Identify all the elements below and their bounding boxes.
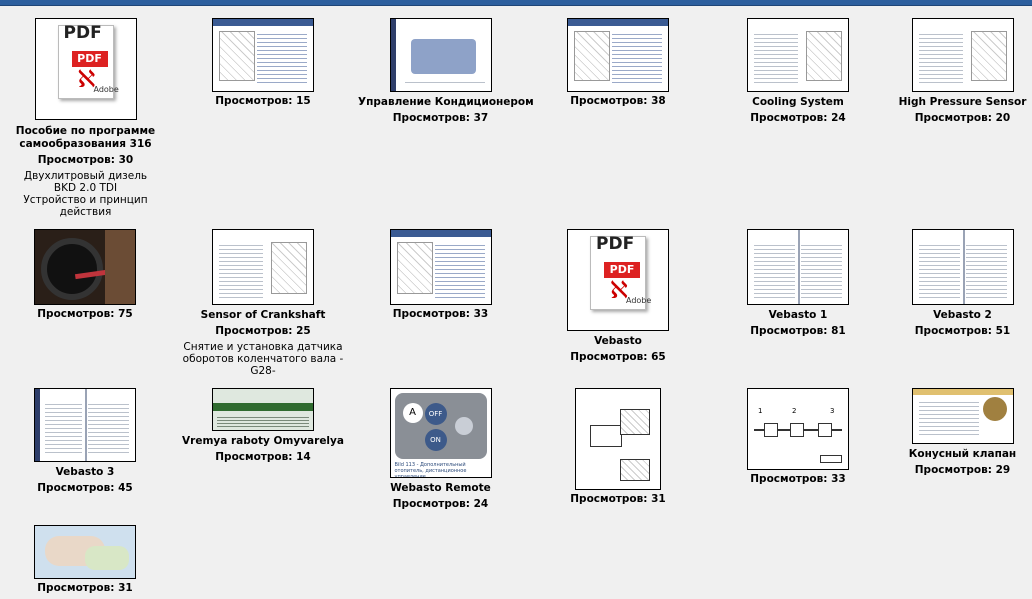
item-views: Просмотров: 75 <box>37 308 133 320</box>
gallery-item-14[interactable]: A OFF ON Bild 113 - Дополнительный отопи… <box>358 388 523 511</box>
diagram-label: 3 <box>830 407 835 415</box>
item-title[interactable]: Vebasto 2 <box>893 309 1032 322</box>
gallery-item-15[interactable]: Просмотров: 31 <box>548 388 688 506</box>
item-views: Просмотров: 24 <box>750 112 846 124</box>
item-views: Просмотров: 33 <box>750 473 846 485</box>
pdf-thumbnail[interactable]: PDF PDF ℵ Adobe <box>567 229 669 331</box>
gallery-item-9[interactable]: PDF PDF ℵ Adobe Vebasto Просмотров: 65 <box>543 229 693 364</box>
gallery-item-11[interactable]: Vebasto 2 Просмотров: 51 <box>893 229 1032 338</box>
document-thumbnail[interactable] <box>34 388 136 462</box>
gallery-item-1[interactable]: Просмотров: 15 <box>188 18 338 108</box>
gallery-item-18[interactable]: Просмотров: 31 <box>10 525 160 595</box>
item-title[interactable]: Управление Кондиционером <box>358 96 534 109</box>
remote-caption: Bild 113 - Дополнительный отопитель, дис… <box>394 462 467 478</box>
document-thumbnail[interactable] <box>212 229 314 305</box>
item-title[interactable]: Vebasto 1 <box>723 309 873 322</box>
document-thumbnail[interactable] <box>389 18 492 92</box>
gallery-item-5[interactable]: High Pressure Sensor Просмотров: 20 <box>893 18 1032 125</box>
item-title[interactable]: Vremya raboty Omyvarelya <box>178 435 348 448</box>
item-views: Просмотров: 24 <box>392 498 489 510</box>
tire-image <box>41 238 103 300</box>
pdf-label: PDF <box>596 234 635 254</box>
item-views: Просмотров: 51 <box>914 325 1011 337</box>
gallery-item-12[interactable]: Vebasto 3 Просмотров: 45 <box>10 388 160 495</box>
gallery-item-7[interactable]: Sensor of Crankshaft Просмотров: 25 Снят… <box>178 229 348 377</box>
gallery-item-0[interactable]: PDF PDF ℵ Adobe Пособие по программе сам… <box>8 18 163 218</box>
item-title[interactable]: Пособие по программе самообразования 316 <box>8 125 163 151</box>
item-views: Просмотров: 20 <box>914 112 1011 124</box>
document-thumbnail[interactable] <box>567 18 669 92</box>
item-views: Просмотров: 81 <box>750 325 846 337</box>
valve-image <box>982 397 1007 421</box>
adobe-label: Adobe <box>626 296 652 305</box>
vw-logo-icon <box>454 417 473 435</box>
diagram-thumbnail[interactable]: 1 2 3 <box>747 388 849 470</box>
remote-off-button: OFF <box>424 403 447 425</box>
gallery-item-2[interactable]: Управление Кондиционером Просмотров: 37 <box>358 18 534 125</box>
map-thumbnail[interactable] <box>34 525 136 579</box>
gallery-item-4[interactable]: Cooling System Просмотров: 24 <box>723 18 873 125</box>
document-thumbnail[interactable] <box>911 388 1014 444</box>
document-thumbnail[interactable] <box>747 229 849 305</box>
item-views: Просмотров: 33 <box>392 308 489 320</box>
gallery-item-17[interactable]: Конусный клапан Просмотров: 29 <box>893 388 1032 477</box>
gallery-item-13[interactable]: Vremya raboty Omyvarelya Просмотров: 14 <box>178 388 348 464</box>
item-title[interactable]: Cooling System <box>723 96 873 109</box>
table-thumbnail[interactable] <box>212 388 314 431</box>
adobe-label: Adobe <box>93 85 119 94</box>
photo-thumbnail[interactable] <box>34 229 136 305</box>
diagram-thumbnail[interactable] <box>575 388 661 490</box>
item-views: Просмотров: 29 <box>914 464 1011 476</box>
item-views: Просмотров: 31 <box>570 493 666 505</box>
remote-on-button: ON <box>424 429 447 451</box>
photo-thumbnail[interactable]: A OFF ON Bild 113 - Дополнительный отопи… <box>389 388 492 478</box>
item-title[interactable]: Webasto Remote <box>358 482 523 495</box>
item-views: Просмотров: 37 <box>392 112 489 124</box>
document-thumbnail[interactable] <box>212 18 314 92</box>
item-description: Устройство и принцип действия <box>23 194 148 218</box>
item-views: Просмотров: 15 <box>215 95 311 107</box>
document-thumbnail[interactable] <box>911 18 1014 92</box>
item-title[interactable]: Vebasto 3 <box>10 466 160 479</box>
item-title[interactable]: Конусный клапан <box>893 448 1032 461</box>
gallery-item-10[interactable]: Vebasto 1 Просмотров: 81 <box>723 229 873 338</box>
pdf-thumbnail[interactable]: PDF PDF ℵ Adobe <box>34 18 137 120</box>
item-views: Просмотров: 65 <box>570 351 666 363</box>
item-title[interactable]: Sensor of Crankshaft <box>178 309 348 322</box>
diagram-label: 1 <box>758 407 763 415</box>
item-views: Просмотров: 30 <box>37 154 134 166</box>
item-views: Просмотров: 38 <box>570 95 666 107</box>
top-window-bar <box>0 0 1032 6</box>
gallery-item-16[interactable]: 1 2 3 Просмотров: 33 <box>723 388 873 486</box>
item-views: Просмотров: 25 <box>215 325 311 337</box>
document-thumbnail[interactable] <box>911 229 1014 305</box>
pdf-label: PDF <box>63 23 102 43</box>
item-views: Просмотров: 31 <box>37 582 133 594</box>
gallery-item-3[interactable]: Просмотров: 38 <box>543 18 693 108</box>
item-description: Двухлитровый дизель BKD 2.0 TDI <box>23 170 148 194</box>
gallery-item-6[interactable]: Просмотров: 75 <box>10 229 160 321</box>
gallery-item-8[interactable]: Просмотров: 33 <box>358 229 523 321</box>
diagram-label: 2 <box>792 407 797 415</box>
item-views: Просмотров: 45 <box>37 482 133 494</box>
item-title[interactable]: High Pressure Sensor <box>893 96 1032 109</box>
item-title[interactable]: Vebasto <box>543 335 693 348</box>
item-views: Просмотров: 14 <box>215 451 311 463</box>
document-thumbnail[interactable] <box>389 229 492 305</box>
item-description: Снятие и установка датчика оборотов коле… <box>182 341 344 377</box>
document-thumbnail[interactable] <box>747 18 849 92</box>
